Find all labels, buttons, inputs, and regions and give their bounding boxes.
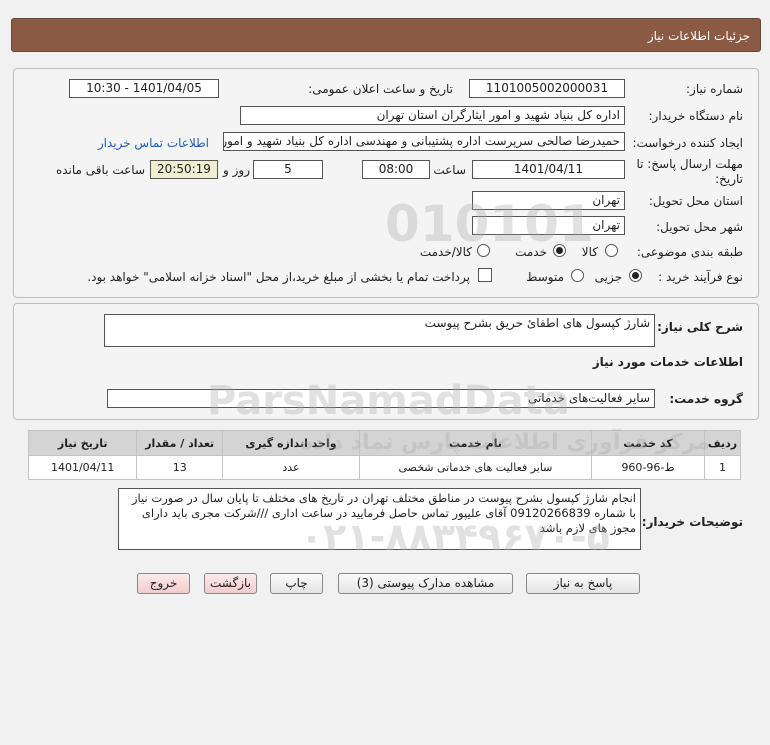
services-table: ردیف کد خدمت نام خدمت واحد اندازه گیری ت… — [27, 430, 741, 480]
announce-label: تاریخ و ساعت اعلان عمومی: — [308, 82, 453, 96]
deadline-label-1: مهلت ارسال پاسخ: تا — [636, 157, 743, 171]
city-label: شهر محل تحویل: — [656, 220, 743, 234]
col-service-code: کد خدمت — [590, 430, 706, 456]
city-field: تهران — [472, 216, 625, 235]
col-service-name: نام خدمت — [358, 430, 592, 456]
payment-text: پرداخت تمام یا بخشی از مبلغ خرید،از محل … — [87, 270, 470, 284]
requester-field: حمیدرضا صالحی سرپرست اداره پشتیبانی و مه… — [223, 132, 625, 151]
print-button[interactable]: چاپ — [270, 573, 323, 594]
category-radio-goods-service[interactable] — [477, 244, 490, 257]
exit-button[interactable]: خروج — [137, 573, 190, 594]
attachments-button[interactable]: مشاهده مدارک پیوستی (3) — [338, 573, 513, 594]
table-row: 1 ط-96-960 سایر فعالیت های خدماتی شخصی ع… — [27, 455, 741, 480]
cell-unit: عدد — [222, 455, 360, 480]
deadline-label-2: تاریخ: — [715, 172, 743, 186]
time-label: ساعت — [433, 163, 466, 177]
cell-service-code: ط-96-960 — [590, 455, 706, 480]
treasury-checkbox[interactable] — [478, 268, 492, 282]
announce-field: 1401/04/05 - 10:30 — [69, 79, 219, 98]
col-quantity: تعداد / مقدار — [136, 430, 224, 456]
deadline-time-field: 08:00 — [362, 160, 430, 179]
province-label: استان محل تحویل: — [648, 194, 743, 208]
process-option-medium: متوسط — [526, 270, 564, 284]
cell-need-date: 1401/04/11 — [27, 455, 138, 480]
cell-quantity: 13 — [136, 455, 224, 480]
summary-label: شرح کلی نیاز: — [657, 320, 743, 334]
buyer-org-label: نام دستگاه خریدار: — [648, 109, 744, 123]
process-radio-medium[interactable] — [571, 269, 584, 282]
page-header: جزئیات اطلاعات نیاز — [11, 18, 761, 52]
service-group-label: گروه خدمت: — [669, 392, 743, 406]
col-need-date: تاریخ نیاز — [27, 430, 138, 456]
remaining-label: ساعت باقی مانده — [55, 163, 145, 177]
buyer-notes-text: انجام شارژ کپسول بشرح پیوست در مناطق مخت… — [118, 488, 641, 550]
info-panel — [13, 68, 759, 298]
deadline-date-field: 1401/04/11 — [472, 160, 625, 179]
services-section-title: اطلاعات خدمات مورد نیاز — [592, 355, 743, 369]
col-unit: واحد اندازه گیری — [222, 430, 360, 456]
requester-label: ایجاد کننده درخواست: — [632, 136, 743, 150]
category-option-goods-service: کالا/خدمت — [419, 245, 472, 259]
table-header-row: ردیف کد خدمت نام خدمت واحد اندازه گیری ت… — [27, 430, 741, 456]
days-count-field: 5 — [253, 160, 323, 179]
summary-field: شارژ کپسول های اطفائ حریق بشرح پیوست — [104, 314, 655, 347]
col-row-number: ردیف — [704, 430, 741, 456]
remaining-time-field: 20:50:19 — [150, 160, 218, 179]
cell-service-name: سایر فعالیت های خدماتی شخصی — [358, 455, 592, 480]
need-number-label: شماره نیاز: — [686, 82, 743, 96]
page-title: جزئیات اطلاعات نیاز — [647, 29, 750, 43]
cell-row-number: 1 — [704, 455, 741, 480]
reply-button[interactable]: پاسخ به نیاز — [526, 573, 640, 594]
category-label: طبقه بندی موضوعی: — [636, 245, 743, 259]
back-button[interactable]: بازگشت — [204, 573, 257, 594]
category-option-goods: کالا — [581, 245, 598, 259]
category-radio-goods[interactable] — [605, 244, 618, 257]
days-label: روز و — [223, 163, 250, 177]
need-number-field: 1101005002000031 — [469, 79, 625, 98]
buyer-org-field: اداره کل بنیاد شهید و امور ایثارگران است… — [240, 106, 625, 125]
service-group-field: سایر فعالیت‌های خدماتی — [107, 389, 655, 408]
buyer-notes-label: توضیحات خریدار: — [641, 515, 743, 529]
category-option-service: خدمت — [515, 245, 547, 259]
process-option-minor: جزیی — [594, 270, 622, 284]
process-radio-minor[interactable] — [629, 269, 642, 282]
province-field: تهران — [472, 191, 625, 210]
buyer-contact-link[interactable]: اطلاعات تماس خریدار — [98, 136, 209, 150]
process-label: نوع فرآیند خرید : — [658, 270, 743, 284]
category-radio-service[interactable] — [553, 244, 566, 257]
